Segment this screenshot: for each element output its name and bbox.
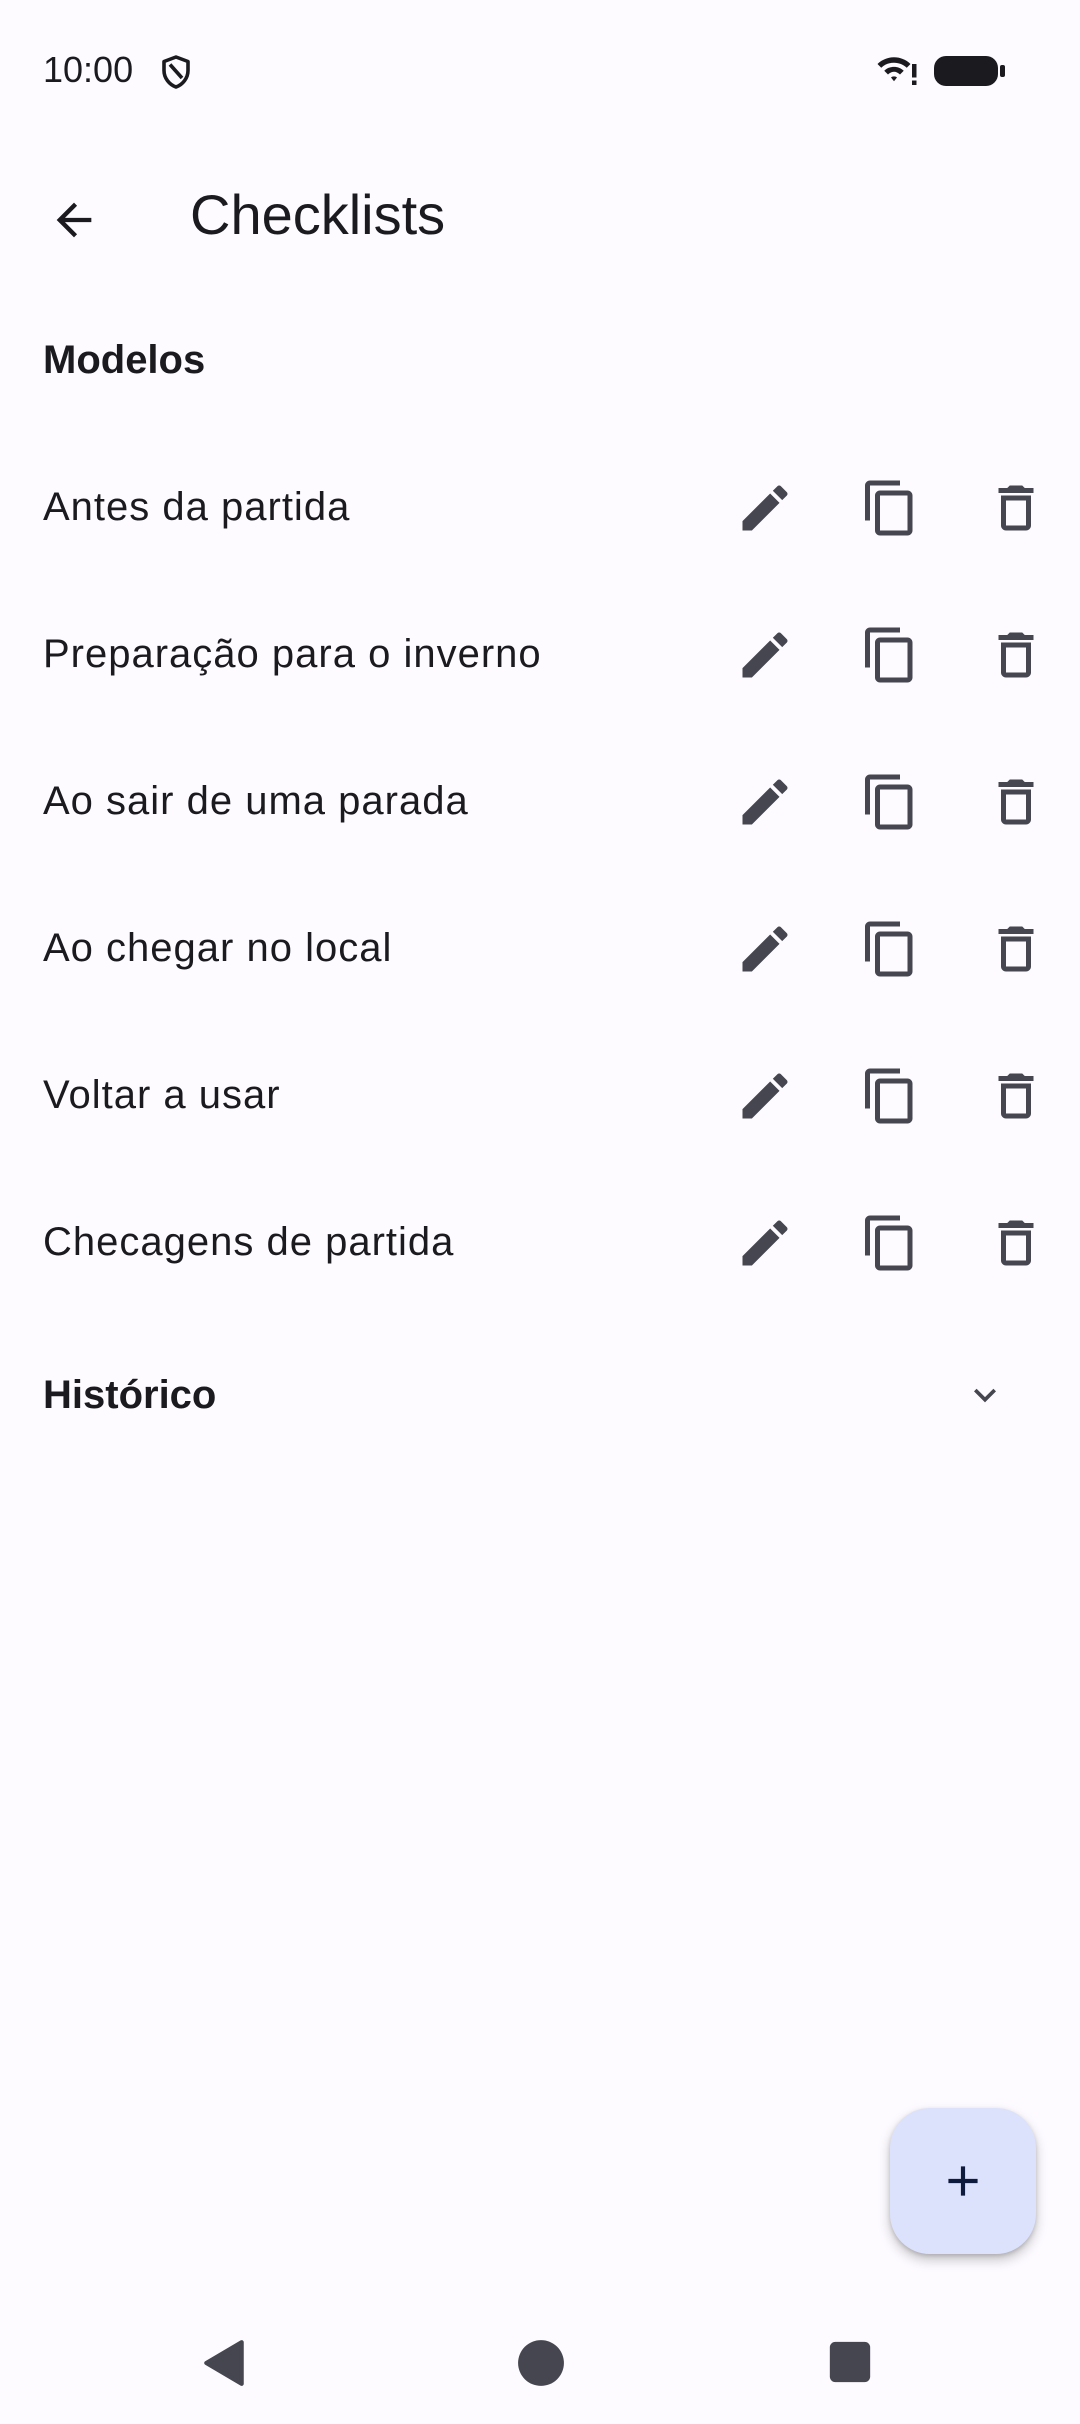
wifi-icon <box>877 57 917 85</box>
add-checklist-button[interactable] <box>890 2108 1036 2254</box>
status-time: 10:00 <box>43 49 134 90</box>
copy-button[interactable] <box>845 904 935 994</box>
nav-home-icon[interactable] <box>516 2338 566 2388</box>
edit-button[interactable] <box>720 904 810 994</box>
copy-icon <box>860 1213 920 1273</box>
system-nav-bar <box>0 2300 1080 2424</box>
edit-icon <box>735 1213 795 1273</box>
section-models-title: Modelos <box>43 338 206 382</box>
template-label: Checagens de partida <box>43 1220 455 1264</box>
plus-icon <box>948 2166 978 2196</box>
shield-icon <box>162 55 190 89</box>
nav-back-icon[interactable] <box>200 2338 250 2388</box>
delete-icon <box>986 1066 1046 1126</box>
delete-icon <box>986 919 1046 979</box>
edit-icon <box>735 478 795 538</box>
copy-button[interactable] <box>845 463 935 553</box>
edit-icon <box>735 772 795 832</box>
app-bar: Checklists <box>0 160 1080 270</box>
edit-button[interactable] <box>720 1051 810 1141</box>
delete-button[interactable] <box>971 1051 1061 1141</box>
delete-button[interactable] <box>971 1198 1061 1288</box>
edit-button[interactable] <box>720 1198 810 1288</box>
delete-button[interactable] <box>971 610 1061 700</box>
edit-icon <box>735 919 795 979</box>
back-button[interactable] <box>30 176 118 264</box>
template-row[interactable]: Ao sair de uma parada <box>0 728 1080 875</box>
template-row[interactable]: Antes da partida <box>0 434 1080 581</box>
edit-icon <box>735 625 795 685</box>
copy-button[interactable] <box>845 757 935 847</box>
copy-button[interactable] <box>845 1198 935 1288</box>
template-label: Preparação para o inverno <box>43 632 542 676</box>
edit-button[interactable] <box>720 757 810 847</box>
delete-icon <box>986 772 1046 832</box>
copy-button[interactable] <box>845 610 935 700</box>
page-title: Checklists <box>190 183 446 246</box>
template-label: Ao sair de uma parada <box>43 779 469 823</box>
status-bar: 10:00 <box>0 0 1080 140</box>
delete-button[interactable] <box>971 757 1061 847</box>
template-label: Voltar a usar <box>43 1073 281 1117</box>
delete-button[interactable] <box>971 463 1061 553</box>
section-history-title: Histórico <box>43 1372 217 1417</box>
copy-button[interactable] <box>845 1051 935 1141</box>
template-row[interactable]: Voltar a usar <box>0 1022 1080 1169</box>
chevron-down-icon[interactable] <box>955 1365 1015 1425</box>
template-row[interactable]: Preparação para o inverno <box>0 581 1080 728</box>
copy-icon <box>860 919 920 979</box>
nav-recents-icon[interactable] <box>828 2340 872 2384</box>
template-list: Antes da partida Preparação para o invern… <box>0 434 1080 1316</box>
copy-icon <box>860 1066 920 1126</box>
template-row[interactable]: Checagens de partida <box>0 1169 1080 1316</box>
history-expander[interactable]: Histórico <box>0 1320 1080 1470</box>
delete-button[interactable] <box>971 904 1061 994</box>
copy-icon <box>860 625 920 685</box>
arrow-back-icon <box>56 202 92 238</box>
template-label: Ao chegar no local <box>43 926 393 970</box>
copy-icon <box>860 772 920 832</box>
edit-icon <box>735 1066 795 1126</box>
edit-button[interactable] <box>720 610 810 700</box>
template-row[interactable]: Ao chegar no local <box>0 875 1080 1022</box>
delete-icon <box>986 478 1046 538</box>
battery-icon <box>934 56 1005 86</box>
copy-icon <box>860 478 920 538</box>
edit-button[interactable] <box>720 463 810 553</box>
delete-icon <box>986 625 1046 685</box>
template-label: Antes da partida <box>43 485 351 529</box>
delete-icon <box>986 1213 1046 1273</box>
